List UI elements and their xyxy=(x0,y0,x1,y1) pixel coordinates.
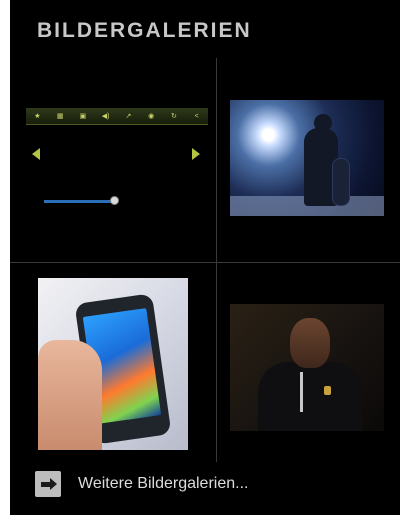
grid-divider-vertical xyxy=(216,58,217,462)
camera-icon-glyph: ◉ xyxy=(148,112,155,120)
seek-bar[interactable] xyxy=(44,200,114,203)
snowboard xyxy=(332,158,350,206)
grid-divider-horizontal xyxy=(10,262,400,263)
hand xyxy=(38,340,102,450)
grid-icon-glyph: ▦ xyxy=(56,112,64,120)
gallery-grid: ★ ▦ ▣ ◀) ↗ ◉ ↻ < xyxy=(10,58,400,462)
refresh-icon-glyph: ↻ xyxy=(170,112,177,120)
speaker-icon-glyph: ◀) xyxy=(101,112,110,120)
star-icon-glyph: ★ xyxy=(34,112,41,120)
gallery-item-portrait[interactable] xyxy=(230,304,384,431)
widget-title: BILDERGALERIEN xyxy=(37,19,252,42)
share-icon-glyph: < xyxy=(194,112,199,120)
jacket-stripe xyxy=(300,372,303,412)
gallery-item-smartphone[interactable] xyxy=(38,278,188,450)
refresh-icon[interactable]: ↻ xyxy=(164,113,184,120)
more-galleries-label[interactable]: Weitere Bildergalerien... xyxy=(78,475,248,493)
jacket xyxy=(258,362,362,431)
grid-icon[interactable]: ▦ xyxy=(50,113,70,120)
arrow-right-icon[interactable] xyxy=(35,471,61,497)
club-badge-icon xyxy=(324,386,331,395)
bildergalerien-widget: BILDERGALERIEN ★ ▦ ▣ ◀) ↗ ◉ ↻ < Weitere … xyxy=(10,0,400,515)
speaker-icon[interactable]: ◀) xyxy=(96,113,116,120)
next-arrow-icon[interactable] xyxy=(192,148,200,160)
gallery-item-video-player[interactable]: ★ ▦ ▣ ◀) ↗ ◉ ↻ < xyxy=(26,108,208,218)
gallery-item-snowboarder[interactable] xyxy=(230,100,384,216)
star-icon[interactable]: ★ xyxy=(27,113,47,120)
player-toolbar: ★ ▦ ▣ ◀) ↗ ◉ ↻ < xyxy=(26,108,208,125)
seek-handle[interactable] xyxy=(110,196,119,205)
link-icon-glyph: ↗ xyxy=(125,112,132,120)
lock-icon-glyph: ▣ xyxy=(79,112,87,120)
more-galleries-link[interactable]: Weitere Bildergalerien... xyxy=(35,471,248,497)
previous-arrow-icon[interactable] xyxy=(32,148,40,160)
person-face xyxy=(290,318,330,368)
share-icon[interactable]: < xyxy=(187,113,207,120)
link-icon[interactable]: ↗ xyxy=(118,113,138,120)
lock-icon[interactable]: ▣ xyxy=(73,113,93,120)
camera-icon[interactable]: ◉ xyxy=(141,113,161,120)
